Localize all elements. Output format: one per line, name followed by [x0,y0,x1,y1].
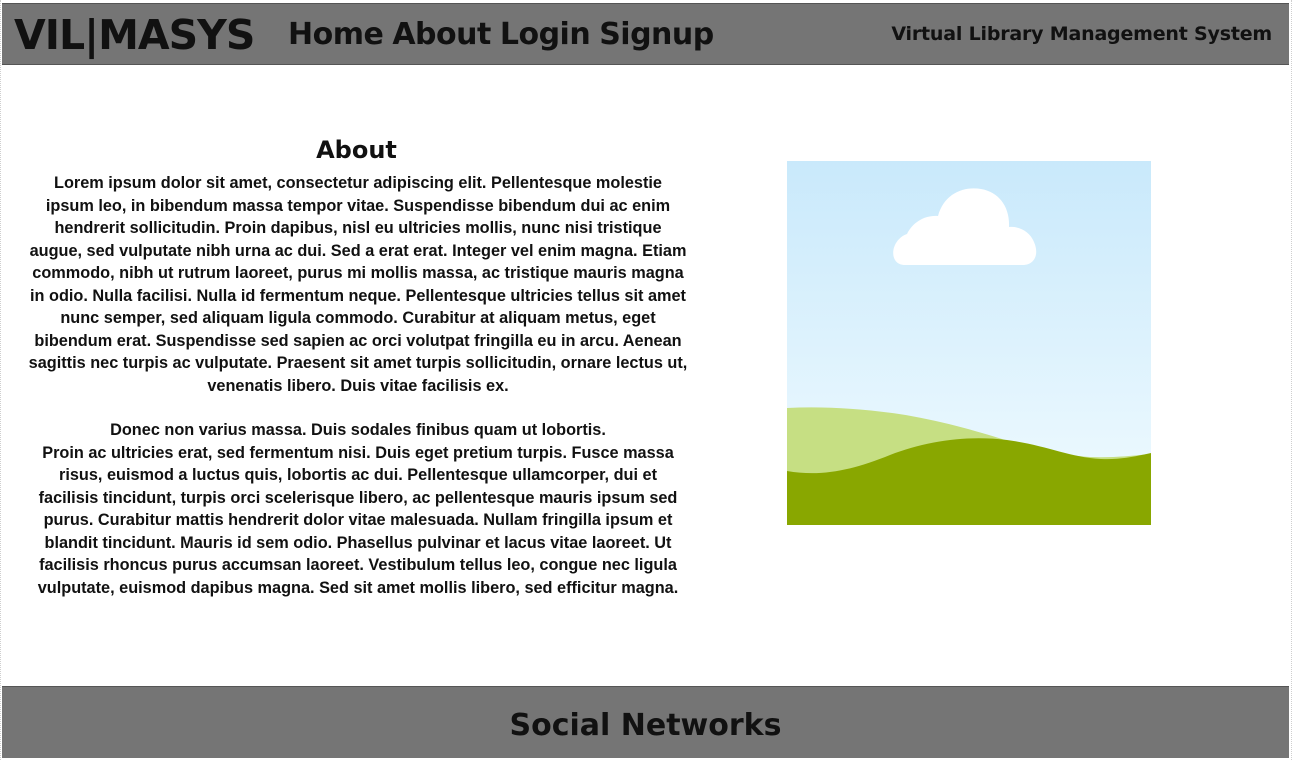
social-networks-title: Social Networks [509,708,782,743]
about-paragraph-2: Donec non varius massa. Duis sodales fin… [110,421,606,439]
main-navigation: Home About Login Signup [288,17,714,53]
nav-login-link[interactable]: Login [500,17,591,53]
site-logo[interactable]: VIL|MASYS [14,12,255,58]
nav-about-link[interactable]: About [392,17,491,53]
site-footer: Social Networks [2,686,1289,758]
site-header: VIL|MASYS Home About Login Signup Virtua… [2,3,1289,65]
nav-home-link[interactable]: Home [288,17,384,53]
about-title: About [316,136,397,165]
about-paragraph-1: Lorem ipsum dolor sit amet, consectetur … [28,174,688,395]
about-description: Lorem ipsum dolor sit amet, consectetur … [28,172,688,599]
landscape-placeholder-icon [787,161,1151,525]
nav-signup-link[interactable]: Signup [599,17,714,53]
site-subtitle: Virtual Library Management System [891,23,1272,45]
about-paragraph-3: Proin ac ultricies erat, sed fermentum n… [37,443,679,597]
landscape-placeholder-image [787,161,1151,525]
